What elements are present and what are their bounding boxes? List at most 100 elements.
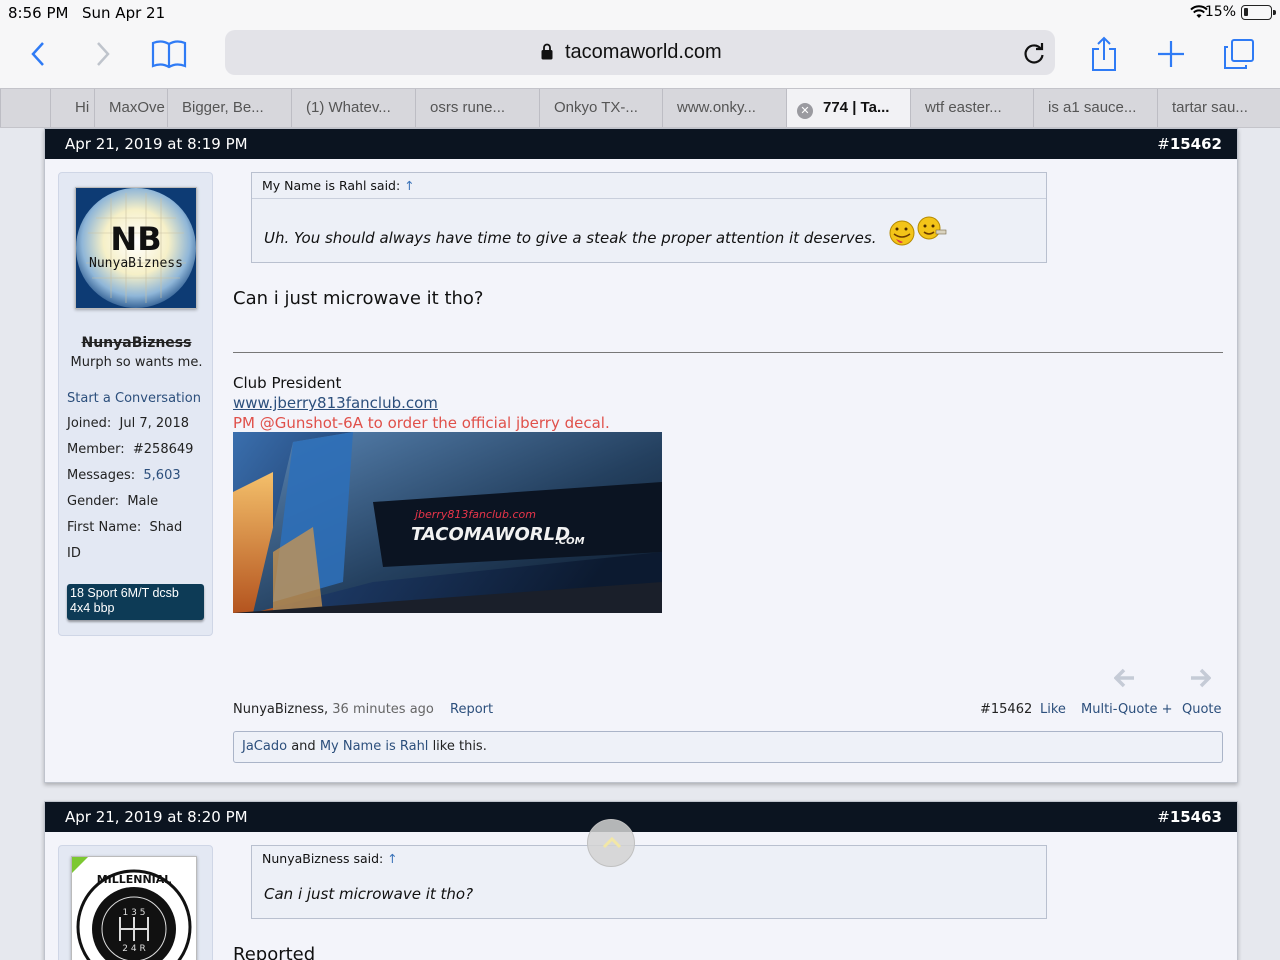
user-info-box: MILLENNIAL 1 3 5 2 4 R: [58, 845, 213, 960]
new-tab-button[interactable]: [1149, 34, 1193, 74]
signature-link[interactable]: www.jberry813fanclub.com: [233, 394, 438, 412]
post-meta: NunyaBizness, 36 minutes ago Report: [233, 702, 493, 717]
start-conversation-link[interactable]: Start a Conversation: [67, 391, 201, 406]
like-link[interactable]: Like: [1040, 702, 1066, 717]
username[interactable]: NunyaBizness: [59, 335, 214, 351]
clock: 8:56 PM: [8, 4, 69, 22]
decal-big-text: TACOMAWORLD: [411, 524, 570, 545]
tab-2[interactable]: Bigger, Be...: [167, 89, 291, 127]
post-number-prefix: #: [1157, 808, 1170, 826]
post-header: Apr 21, 2019 at 8:20 PM #15463: [45, 802, 1237, 832]
post-number[interactable]: #15463: [1157, 808, 1222, 826]
tab-10[interactable]: tartar sau...: [1157, 89, 1280, 127]
chevron-left-icon: [31, 42, 44, 66]
address-bar[interactable]: tacomaworld.com: [225, 30, 1055, 75]
stat-id: ID: [67, 546, 81, 561]
avatar-text-small: NunyaBizness: [89, 256, 183, 271]
tab-overview-button[interactable]: [1217, 34, 1261, 74]
quote-jump-arrow[interactable]: ↑: [404, 178, 414, 193]
tabs-icon: [1224, 39, 1254, 69]
quote-link[interactable]: Quote: [1182, 702, 1222, 717]
forum-post: Apr 21, 2019 at 8:20 PM #15463 MILLENNIA…: [44, 801, 1238, 960]
avatar[interactable]: NB NunyaBizness: [75, 187, 197, 309]
signature-divider: [233, 352, 1223, 353]
quote-header: NunyaBizness said: ↑: [252, 846, 1046, 872]
stat-first-name: First Name: Shad: [67, 520, 183, 535]
post-number-prefix: #: [1157, 135, 1170, 153]
battery-icon: [1241, 5, 1276, 20]
post-header: Apr 21, 2019 at 8:19 PM #15462: [45, 129, 1237, 159]
avatar-image: MILLENNIAL 1 3 5 2 4 R: [72, 857, 196, 960]
liker-link[interactable]: JaCado: [242, 739, 287, 754]
arrow-right-icon[interactable]: [1189, 667, 1211, 689]
liker-link[interactable]: My Name is Rahl: [320, 739, 429, 754]
url-text: tacomaworld.com: [565, 41, 722, 63]
post-date: Apr 21, 2019 at 8:20 PM: [65, 808, 248, 826]
signature-image[interactable]: jberry813fanclub.com TACOMAWORLD .COM: [233, 432, 662, 613]
user-title: Murph so wants me.: [70, 355, 203, 370]
chevron-right-icon: [97, 42, 110, 66]
tab-strip: Hi MaxOve Bigger, Be... (1) Whatev... os…: [0, 88, 1280, 128]
quote-text-wrap: Uh. You should always have time to give …: [252, 199, 1046, 247]
quote-author[interactable]: My Name is Rahl said:: [262, 178, 400, 193]
quote-block: My Name is Rahl said: ↑ Uh. You should al…: [251, 172, 1047, 263]
multi-quote-link[interactable]: Multi-Quote +: [1081, 702, 1173, 717]
quote-jump-arrow[interactable]: ↑: [387, 851, 397, 866]
tab-pinned[interactable]: [0, 89, 22, 127]
report-link[interactable]: Report: [450, 702, 493, 717]
post-number[interactable]: #15462: [1157, 135, 1222, 153]
tab-4[interactable]: osrs rune...: [415, 89, 539, 127]
tab-6[interactable]: www.onky...: [662, 89, 786, 127]
post-message: Reported: [233, 944, 316, 960]
quote-text-wrap: Can i just microwave it tho?: [252, 872, 1046, 903]
post-author-link[interactable]: NunyaBizness,: [233, 702, 328, 717]
likes-and: and: [291, 739, 316, 754]
book-icon: [151, 40, 187, 69]
share-button[interactable]: [1082, 34, 1126, 74]
truck-decal-photo: jberry813fanclub.com TACOMAWORLD .COM: [233, 432, 662, 613]
tab-5[interactable]: Onkyo TX-...: [539, 89, 662, 127]
quote-block: NunyaBizness said: ↑ Can i just microwave…: [251, 845, 1047, 919]
avatar-gears-bottom: 2 4 R: [122, 944, 145, 954]
tab-1[interactable]: MaxOve: [94, 89, 172, 127]
bookmarks-button[interactable]: [147, 34, 191, 74]
likes-summary: JaCado and My Name is Rahl like this.: [233, 731, 1223, 763]
stat-joined: Joined: Jul 7, 2018: [67, 416, 189, 431]
signature-line: Club President: [233, 374, 342, 392]
vehicle-badge: 18 Sport 6M/T dcsb 4x4 bbp: [67, 584, 204, 620]
plus-icon: [1158, 41, 1184, 67]
page-content: Apr 21, 2019 at 8:19 PM #15462 NB NunyaB…: [0, 128, 1280, 960]
tab-7-label: 774 | Ta...: [823, 99, 890, 116]
post-number-value: 15463: [1169, 808, 1222, 826]
decal-com-text: .COM: [555, 536, 585, 547]
arrow-left-icon[interactable]: [1114, 667, 1136, 689]
tab-9[interactable]: is a1 sauce...: [1033, 89, 1157, 127]
tab-3[interactable]: (1) Whatev...: [291, 89, 415, 127]
reload-icon[interactable]: [1021, 40, 1047, 66]
quote-text: Uh. You should always have time to give …: [264, 229, 877, 247]
tab-active[interactable]: ✕ 774 | Ta...: [786, 89, 910, 127]
post-time: 36 minutes ago: [332, 702, 434, 717]
quote-author[interactable]: NunyaBizness said:: [262, 851, 383, 866]
back-button[interactable]: [16, 34, 60, 74]
avatar-text-big: NB: [110, 220, 162, 258]
quote-header: My Name is Rahl said: ↑: [252, 173, 1046, 199]
decal-small-text: jberry813fanclub.com: [413, 508, 536, 521]
smiley-emoji-icon: [889, 216, 947, 246]
browser-toolbar: tacomaworld.com: [0, 26, 1280, 88]
close-tab-icon[interactable]: ✕: [797, 103, 813, 119]
avatar[interactable]: MILLENNIAL 1 3 5 2 4 R: [71, 856, 197, 960]
scroll-to-top-button[interactable]: [587, 819, 635, 867]
date: Sun Apr 21: [82, 4, 166, 22]
stat-gender: Gender: Male: [67, 494, 159, 509]
signature-note: PM @Gunshot-6A to order the official jbe…: [233, 414, 610, 432]
forward-button[interactable]: [81, 34, 125, 74]
share-icon: [1092, 36, 1116, 71]
tab-8[interactable]: wtf easter...: [910, 89, 1033, 127]
stat-messages: Messages: 5,603: [67, 468, 181, 483]
lock-icon: [541, 43, 553, 60]
post-message: Can i just microwave it tho?: [233, 288, 484, 309]
post-permalink[interactable]: #15462: [980, 702, 1032, 717]
likes-suffix: like this.: [432, 739, 487, 754]
post-date: Apr 21, 2019 at 8:19 PM: [65, 135, 248, 153]
